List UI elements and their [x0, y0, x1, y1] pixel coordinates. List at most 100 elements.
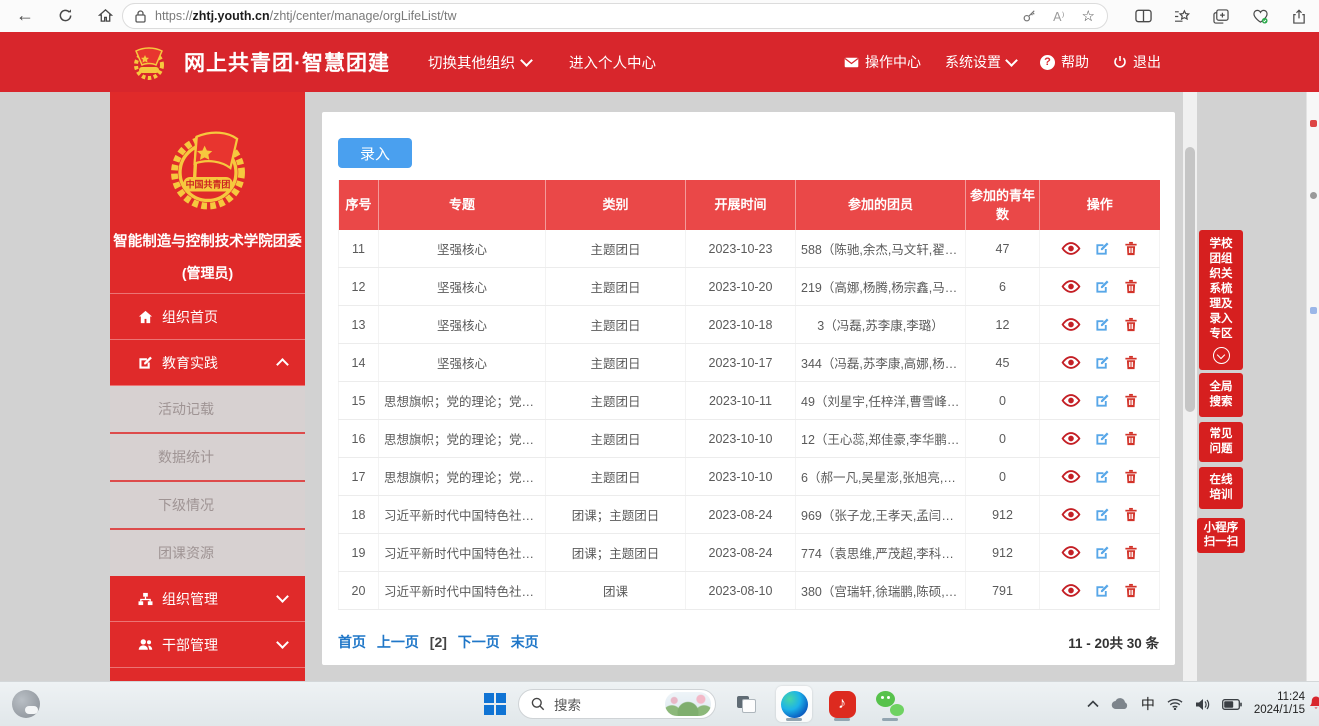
cell-category: 团课；主题团日 — [546, 534, 686, 572]
view-icon[interactable] — [1061, 470, 1081, 483]
view-icon[interactable] — [1061, 356, 1081, 369]
page-next-link[interactable]: 下一页 — [458, 634, 500, 650]
enter-record-button[interactable]: 录入 — [338, 138, 412, 168]
page-prev-link[interactable]: 上一页 — [377, 634, 419, 650]
action-center-link[interactable]: 操作中心 — [844, 52, 921, 72]
search-icon — [531, 697, 545, 711]
delete-icon[interactable] — [1124, 317, 1138, 332]
delete-icon[interactable] — [1124, 583, 1138, 598]
weather-widget-icon[interactable] — [12, 690, 40, 718]
edit-icon[interactable] — [1095, 355, 1110, 370]
task-view-button[interactable] — [728, 686, 764, 722]
cell-topic: 思想旗帜；党的理论；党的... — [379, 420, 546, 458]
view-icon[interactable] — [1061, 546, 1081, 559]
delete-icon[interactable] — [1124, 355, 1138, 370]
clock[interactable]: 11:242024/1/15 — [1254, 691, 1305, 717]
page-scrollbar[interactable] — [1183, 92, 1197, 682]
cell-seq: 18 — [339, 496, 379, 534]
cell-category: 主题团日 — [546, 420, 686, 458]
home-icon[interactable] — [92, 2, 118, 28]
edit-icon[interactable] — [1095, 469, 1110, 484]
help-link[interactable]: ?帮助 — [1040, 52, 1089, 72]
edit-icon[interactable] — [1095, 545, 1110, 560]
view-icon[interactable] — [1061, 242, 1081, 255]
view-icon[interactable] — [1061, 432, 1081, 445]
sidebar-item-subordinate-status[interactable]: 下级情况 — [110, 482, 305, 530]
sidebar-app-icon[interactable] — [1310, 192, 1317, 199]
banner-global-search[interactable]: 全局搜索 — [1199, 373, 1243, 417]
delete-icon[interactable] — [1124, 279, 1138, 294]
delete-icon[interactable] — [1124, 241, 1138, 256]
split-screen-icon[interactable] — [1133, 6, 1153, 26]
view-icon[interactable] — [1061, 280, 1081, 293]
password-key-icon[interactable] — [1022, 9, 1036, 23]
start-button[interactable] — [484, 693, 506, 715]
battery-icon[interactable] — [1222, 699, 1242, 710]
music-app-taskbar-icon[interactable]: ♪ — [824, 686, 860, 722]
browser-essentials-icon[interactable] — [1250, 6, 1270, 26]
read-aloud-icon[interactable]: A⁾ — [1053, 9, 1064, 24]
table-row: 16思想旗帜；党的理论；党的...主题团日2023-10-1012（王心蕊,郑佳… — [339, 420, 1160, 458]
sidebar-item-org-home[interactable]: 组织首页 — [110, 294, 305, 340]
personal-center-link[interactable]: 进入个人中心 — [569, 52, 656, 73]
system-settings-menu[interactable]: 系统设置 — [945, 52, 1016, 72]
page-first-link[interactable]: 首页 — [338, 634, 366, 650]
logout-link[interactable]: 退出 — [1113, 52, 1161, 72]
notification-bell-icon[interactable] — [1308, 695, 1319, 711]
wechat-taskbar-icon[interactable] — [872, 686, 908, 722]
edit-icon[interactable] — [1095, 241, 1110, 256]
wifi-icon[interactable] — [1167, 698, 1183, 710]
sidebar-item-education-practice[interactable]: 教育实践 — [110, 340, 305, 386]
page-last-link[interactable]: 末页 — [511, 634, 539, 650]
edit-icon[interactable] — [1095, 279, 1110, 294]
sidebar-app-icon[interactable] — [1310, 120, 1317, 127]
view-icon[interactable] — [1061, 394, 1081, 407]
back-icon[interactable]: ← — [12, 2, 38, 28]
edit-icon[interactable] — [1095, 317, 1110, 332]
edit-icon[interactable] — [1095, 583, 1110, 598]
edit-icon[interactable] — [1095, 431, 1110, 446]
sidebar-item-cadre-management[interactable]: 干部管理 — [110, 622, 305, 668]
favorites-bar-icon[interactable] — [1172, 6, 1192, 26]
cell-topic: 坚强核心 — [379, 344, 546, 382]
refresh-icon[interactable] — [52, 2, 78, 28]
edge-taskbar-icon[interactable] — [776, 686, 812, 722]
tray-expand-icon[interactable] — [1087, 700, 1099, 708]
banner-online-training[interactable]: 在线培训 — [1199, 467, 1243, 509]
delete-icon[interactable] — [1124, 545, 1138, 560]
address-bar[interactable]: https://zhtj.youth.cn/zhtj/center/manage… — [122, 3, 1108, 29]
cell-seq: 12 — [339, 268, 379, 306]
sidebar-item-activity-records[interactable]: 活动记载 — [110, 386, 305, 434]
edit-icon[interactable] — [1095, 507, 1110, 522]
cell-youth-count: 0 — [966, 382, 1040, 420]
sidebar-item-org-management[interactable]: 组织管理 — [110, 576, 305, 622]
league-logo-icon — [128, 41, 170, 83]
favorite-star-icon[interactable]: ☆ — [1082, 7, 1095, 25]
switch-org-menu[interactable]: 切换其他组织 — [428, 52, 531, 73]
taskbar-search[interactable]: 搜索 — [518, 689, 716, 719]
cell-members: 219（高娜,杨腾,杨宗鑫,马欣,... — [796, 268, 966, 306]
view-icon[interactable] — [1061, 318, 1081, 331]
sidebar-menu: 组织首页 教育实践 活动记载 数据统计 下级情况 团课资源 组织管理 — [110, 293, 305, 682]
delete-icon[interactable] — [1124, 507, 1138, 522]
banner-faq[interactable]: 常见问题 — [1199, 422, 1243, 462]
edit-icon[interactable] — [1095, 393, 1110, 408]
sidebar-item-member-management[interactable]: 团员管理 — [110, 668, 305, 682]
banner-miniprogram-scan[interactable]: 小程序扫一扫 — [1197, 518, 1245, 553]
sidebar-app-icon[interactable] — [1310, 307, 1317, 314]
delete-icon[interactable] — [1124, 469, 1138, 484]
volume-icon[interactable] — [1195, 698, 1210, 711]
view-icon[interactable] — [1061, 584, 1081, 597]
view-icon[interactable] — [1061, 508, 1081, 521]
banner-school-org-entry[interactable]: 学校团组织关系梳理及录入专区 — [1199, 230, 1243, 370]
delete-icon[interactable] — [1124, 431, 1138, 446]
collections-icon[interactable] — [1211, 6, 1231, 26]
delete-icon[interactable] — [1124, 393, 1138, 408]
ime-indicator[interactable]: 中 — [1141, 694, 1155, 714]
scrollbar-thumb[interactable] — [1185, 147, 1195, 412]
sidebar-item-data-statistics[interactable]: 数据统计 — [110, 434, 305, 482]
share-icon[interactable] — [1289, 6, 1309, 26]
users-icon — [138, 637, 153, 652]
sidebar-item-league-class-resources[interactable]: 团课资源 — [110, 530, 305, 576]
onedrive-cloud-icon[interactable] — [1111, 698, 1129, 710]
